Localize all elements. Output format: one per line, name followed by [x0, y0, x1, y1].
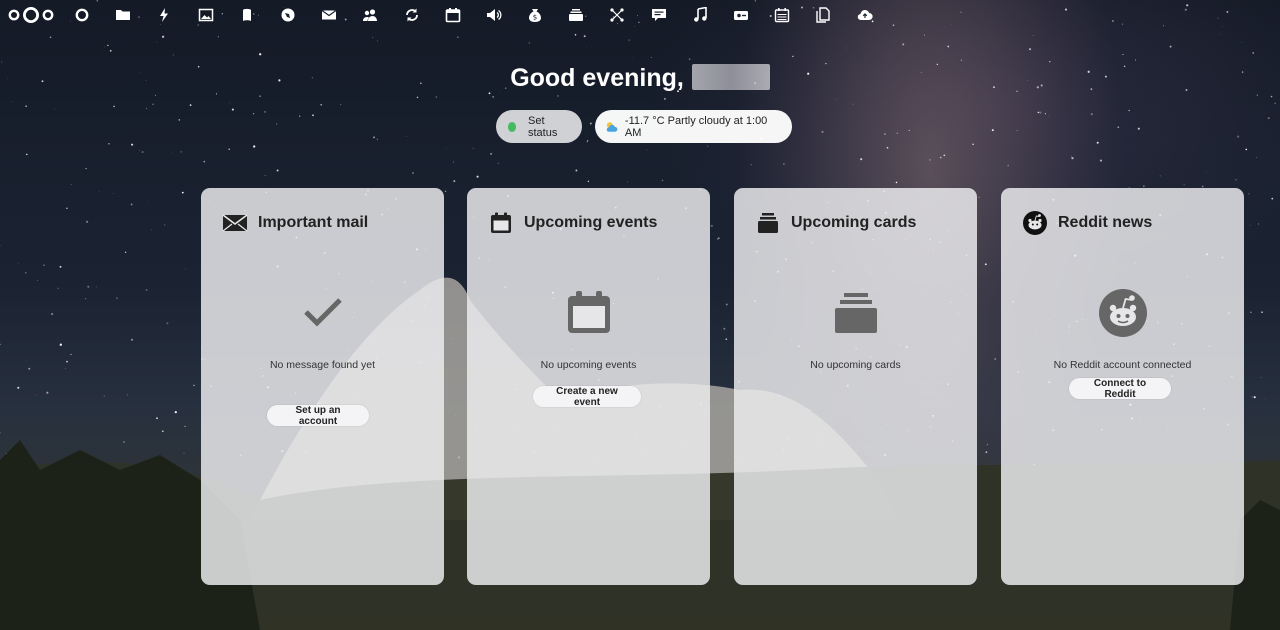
calendar-empty-icon — [467, 290, 710, 334]
app-contacts-icon[interactable] — [360, 5, 380, 25]
app-menu: $ — [72, 5, 896, 25]
app-tools-icon[interactable] — [607, 5, 627, 25]
widget-title: Reddit news — [1058, 214, 1153, 231]
app-music-icon[interactable] — [690, 5, 710, 25]
greeting-heading: Good evening, — [0, 64, 1280, 93]
app-photos-icon[interactable] — [196, 5, 216, 25]
reddit-empty-icon — [1001, 289, 1244, 337]
widget-title: Upcoming cards — [791, 214, 917, 231]
app-talk-icon[interactable] — [649, 5, 669, 25]
widget-empty-text: No Reddit account connected — [1053, 359, 1192, 371]
app-bookmarks-icon[interactable] — [237, 5, 257, 25]
widget-title: Upcoming events — [524, 214, 658, 231]
app-documents-icon[interactable] — [813, 5, 833, 25]
username-redacted — [691, 64, 770, 90]
widget-empty-text: No message found yet — [269, 359, 376, 371]
nextcloud-logo-icon[interactable] — [8, 6, 54, 24]
app-maps-icon[interactable] — [278, 5, 298, 25]
app-deck-icon[interactable] — [566, 5, 586, 25]
set-status-label: Set status — [527, 114, 558, 139]
widget-empty-text: No upcoming cards — [810, 359, 901, 371]
calendar-icon — [488, 210, 514, 236]
create-event-button[interactable]: Create a new event — [533, 386, 641, 408]
status-row: Set status -11.7 °C Partly cloudy at 1:0… — [0, 110, 1280, 143]
weather-text: -11.7 °C Partly cloudy at 1:00 AM — [624, 114, 768, 139]
app-cloud-icon[interactable] — [855, 5, 875, 25]
greeting-text: Good evening, — [510, 64, 684, 92]
app-cospend-icon[interactable]: $ — [525, 5, 545, 25]
partly-cloudy-icon — [606, 121, 617, 132]
svg-text:$: $ — [533, 14, 537, 22]
widget-upcoming-events: Upcoming events No upcoming events Creat… — [467, 188, 710, 585]
widget-reddit-news: Reddit news No Reddit account connected … — [1001, 188, 1244, 585]
widget-empty-text: No upcoming events — [540, 359, 637, 371]
widget-header: Upcoming cards — [755, 210, 916, 236]
weather-status-button[interactable]: -11.7 °C Partly cloudy at 1:00 AM — [594, 110, 792, 143]
app-dashboard-icon[interactable] — [72, 5, 92, 25]
app-activity-icon[interactable] — [154, 5, 174, 25]
setup-account-button[interactable]: Set up an account — [267, 405, 369, 427]
reddit-icon — [1022, 210, 1048, 236]
app-passwords-icon[interactable] — [731, 5, 751, 25]
deck-empty-icon — [734, 292, 977, 334]
checkmark-icon — [201, 296, 444, 328]
widget-header: Reddit news — [1022, 210, 1152, 236]
app-mail-icon[interactable] — [319, 5, 339, 25]
app-sync-icon[interactable] — [402, 5, 422, 25]
connect-reddit-button[interactable]: Connect to Reddit — [1069, 378, 1171, 400]
top-app-bar: $ — [0, 0, 1280, 30]
status-dot-icon — [507, 121, 516, 132]
widget-header: Upcoming events — [488, 210, 657, 236]
envelope-icon — [222, 210, 248, 236]
widget-upcoming-cards: Upcoming cards No upcoming cards — [734, 188, 977, 585]
widget-title: Important mail — [258, 214, 369, 231]
app-files-icon[interactable] — [113, 5, 133, 25]
app-announcements-icon[interactable] — [484, 5, 504, 25]
widget-header: Important mail — [222, 210, 368, 236]
app-calendar-icon[interactable] — [443, 5, 463, 25]
widget-important-mail: Important mail No message found yet Set … — [201, 188, 444, 585]
set-status-button[interactable]: Set status — [495, 110, 582, 143]
deck-icon — [755, 210, 781, 236]
app-tasks-icon[interactable] — [772, 5, 792, 25]
